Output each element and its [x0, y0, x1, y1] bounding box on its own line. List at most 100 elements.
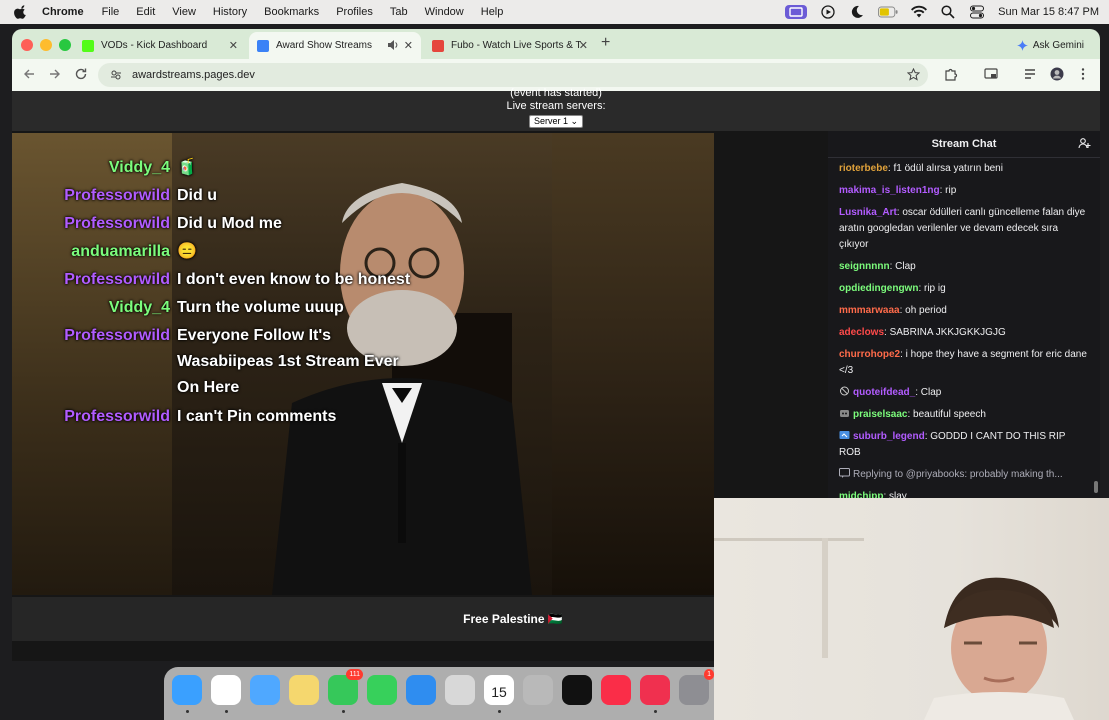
- menu-help[interactable]: Help: [481, 6, 504, 18]
- app-menu-chrome[interactable]: Chrome: [42, 6, 84, 18]
- chat-title: Stream Chat: [931, 138, 997, 150]
- macos-dock: 111 15 1: [164, 667, 714, 720]
- chat-username[interactable]: seignnnnn: [839, 261, 890, 272]
- chat-username[interactable]: rioterbebe: [839, 163, 888, 174]
- menu-history[interactable]: History: [213, 6, 247, 18]
- chat-header: Stream Chat: [828, 131, 1100, 158]
- overlay-chat-message: On Here: [177, 379, 240, 396]
- reload-icon[interactable]: [74, 67, 88, 81]
- menu-view[interactable]: View: [172, 6, 196, 18]
- launchpad-icon[interactable]: [445, 675, 475, 705]
- chat-username[interactable]: praiselsaac: [853, 409, 908, 420]
- chat-message: quoteifdead_: Clap: [828, 382, 1100, 404]
- bot-badge-icon: [840, 410, 849, 417]
- chat-text: : Clap: [889, 261, 916, 272]
- chat-scrollbar[interactable]: [1094, 481, 1098, 493]
- menu-profiles[interactable]: Profiles: [336, 6, 373, 18]
- speaker-icon[interactable]: [387, 39, 399, 51]
- event-status-text: (event has started): [510, 87, 602, 99]
- reading-list-icon[interactable]: [1023, 67, 1037, 81]
- chat-username[interactable]: Lusnika_Art: [839, 207, 897, 218]
- close-tab-icon[interactable]: ✕: [579, 39, 588, 52]
- now-playing-icon[interactable]: [820, 5, 836, 19]
- spotlight-search-icon[interactable]: [940, 5, 956, 19]
- macos-menu-bar: Chrome File Edit View History Bookmarks …: [0, 0, 1109, 24]
- tab-award-show-streams[interactable]: Award Show Streams ✕: [249, 32, 421, 59]
- overlay-chat-message: 🧃: [177, 159, 197, 176]
- keynote-icon[interactable]: [406, 675, 436, 705]
- finder-icon[interactable]: [172, 675, 202, 705]
- news-icon[interactable]: [640, 675, 670, 705]
- settings-icon[interactable]: 1: [679, 669, 714, 705]
- close-window-button[interactable]: [21, 39, 33, 51]
- address-bar[interactable]: awardstreams.pages.dev: [98, 63, 928, 87]
- bookmark-star-icon[interactable]: [907, 68, 920, 81]
- menubar-clock[interactable]: Sun Mar 15 8:47 PM: [998, 6, 1099, 18]
- profile-avatar-icon[interactable]: [1050, 67, 1064, 81]
- chat-users-icon[interactable]: [1078, 137, 1092, 151]
- dark-mode-icon[interactable]: [849, 5, 865, 19]
- overlay-chat-username: Professorwild: [64, 187, 170, 204]
- server-select[interactable]: Server 1 ⌄: [528, 115, 584, 128]
- ask-gemini-button[interactable]: Ask Gemini: [1009, 35, 1092, 55]
- page-footer: Free Palestine 🇵🇸: [12, 597, 714, 641]
- battery-icon[interactable]: [878, 5, 898, 19]
- minimize-window-button[interactable]: [40, 39, 52, 51]
- chat-username[interactable]: adeclows: [839, 327, 884, 338]
- maximize-window-button[interactable]: [59, 39, 71, 51]
- menu-edit[interactable]: Edit: [136, 6, 155, 18]
- menu-tab[interactable]: Tab: [390, 6, 408, 18]
- overlay-chat-message: Everyone Follow It's: [177, 327, 332, 344]
- url-text[interactable]: awardstreams.pages.dev: [132, 69, 255, 81]
- chat-username[interactable]: opdiedingengwn: [839, 283, 918, 294]
- site-info-icon[interactable]: [110, 69, 122, 81]
- notes-icon[interactable]: [289, 675, 319, 705]
- control-center-icon[interactable]: [969, 5, 985, 19]
- overlay-chat-username: Professorwild: [64, 327, 170, 344]
- new-tab-button[interactable]: +: [601, 34, 610, 52]
- chrome-icon[interactable]: [211, 675, 241, 705]
- chat-text: Replying to @priyabooks: probably making…: [853, 469, 1063, 480]
- menu-file[interactable]: File: [102, 6, 120, 18]
- forward-arrow-icon[interactable]: [48, 67, 62, 81]
- messages-icon[interactable]: 111: [328, 669, 363, 705]
- menu-window[interactable]: Window: [425, 6, 464, 18]
- wall-shelf: [714, 538, 864, 541]
- calendar-day: 15: [491, 684, 507, 700]
- server-info-panel: (event has started) Live stream servers:…: [12, 87, 1100, 131]
- overlay-chat-line: anduamarilla 😑: [12, 239, 714, 265]
- chat-username[interactable]: makima_is_listen1ng: [839, 185, 940, 196]
- overlay-chat-line: Viddy_4 Turn the volume uuup: [12, 295, 714, 321]
- award-streams-favicon-icon: [257, 39, 269, 52]
- appletv-icon[interactable]: [562, 675, 592, 705]
- overlay-chat-message: 😑: [177, 243, 197, 260]
- contacts-icon[interactable]: [523, 675, 553, 705]
- overlay-chat-username: Professorwild: [64, 408, 170, 425]
- tab-fubo[interactable]: Fubo - Watch Live Sports & T ✕: [424, 32, 596, 59]
- close-tab-icon[interactable]: ✕: [404, 39, 413, 52]
- facetime-icon[interactable]: [367, 675, 397, 705]
- kick-favicon-icon: [82, 39, 94, 52]
- screen-mirroring-icon[interactable]: [785, 5, 808, 19]
- cast-icon[interactable]: [984, 67, 998, 81]
- overlay-chat-username: Professorwild: [64, 271, 170, 288]
- wifi-icon[interactable]: [911, 5, 928, 19]
- mail-icon[interactable]: [250, 675, 280, 705]
- back-arrow-icon[interactable]: [22, 67, 36, 81]
- overlay-chat-message: I don't even know to be honest: [177, 271, 411, 288]
- more-menu-icon[interactable]: [1076, 67, 1090, 81]
- extensions-icon[interactable]: [944, 67, 958, 81]
- chat-username[interactable]: churrohope2: [839, 349, 900, 360]
- music-icon[interactable]: [601, 675, 631, 705]
- close-tab-icon[interactable]: ✕: [229, 39, 238, 52]
- tab-kick-dashboard[interactable]: VODs - Kick Dashboard ✕: [74, 32, 246, 59]
- servers-label: Live stream servers:: [506, 100, 606, 112]
- chat-username[interactable]: quoteifdead_: [853, 387, 915, 398]
- ask-gemini-label: Ask Gemini: [1032, 39, 1084, 51]
- chat-username[interactable]: mmmarwaaa: [839, 305, 900, 316]
- overlay-chat-message: Wasabiipeas 1st Stream Ever: [177, 353, 399, 370]
- apple-menu-icon[interactable]: [14, 5, 28, 19]
- calendar-icon[interactable]: 15: [484, 675, 514, 705]
- chat-username[interactable]: suburb_legend: [853, 431, 925, 442]
- menu-bookmarks[interactable]: Bookmarks: [264, 6, 319, 18]
